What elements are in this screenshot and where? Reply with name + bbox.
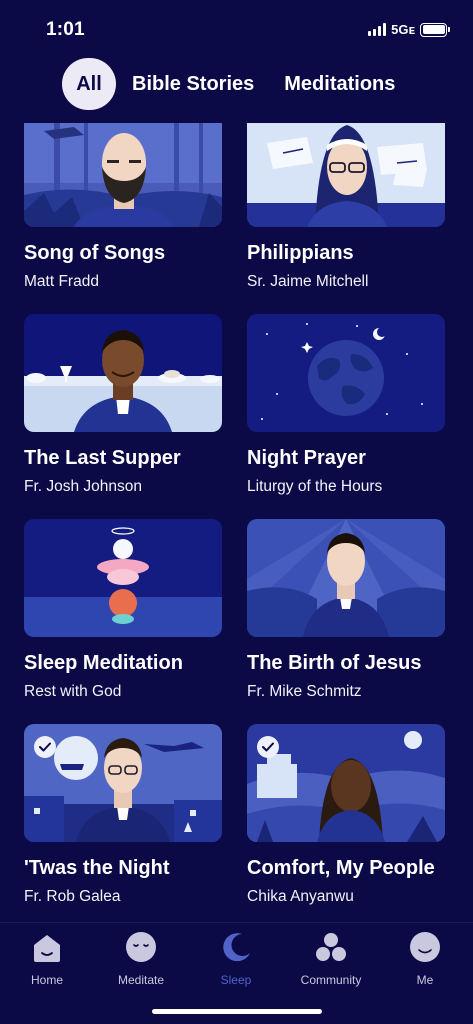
card-title: Night Prayer <box>247 447 366 469</box>
card-title: The Birth of Jesus <box>247 652 422 674</box>
nav-me[interactable]: Me <box>385 931 465 987</box>
home-icon <box>31 931 63 963</box>
card-subtitle: Sr. Jaime Mitchell <box>247 273 369 290</box>
tab-bible-stories[interactable]: Bible Stories <box>132 73 254 96</box>
card-sleep-meditation[interactable]: Sleep Meditation Rest with God <box>24 519 222 701</box>
network-type: 5Gᴇ <box>391 22 415 37</box>
tab-all[interactable]: All <box>62 58 116 110</box>
nav-community[interactable]: Community <box>291 931 371 987</box>
moon-icon <box>220 931 252 963</box>
nav-sleep[interactable]: Sleep <box>196 931 276 987</box>
card-thumbnail <box>24 123 222 227</box>
tab-meditations[interactable]: Meditations <box>284 73 395 96</box>
signal-icon <box>368 23 387 36</box>
status-bar: 1:01 5Gᴇ <box>0 0 473 56</box>
nav-label: Home <box>30 973 63 987</box>
content-grid: Song of Songs Matt Fradd Philippians Sr.… <box>0 123 473 913</box>
profile-icon <box>409 931 441 963</box>
status-indicators: 5Gᴇ <box>368 22 450 37</box>
card-thumbnail <box>24 519 222 637</box>
card-subtitle: Fr. Rob Galea <box>24 888 121 905</box>
community-icon <box>315 931 347 963</box>
completed-check-icon <box>257 736 279 758</box>
card-subtitle: Chika Anyanwu <box>247 888 354 905</box>
card-the-birth-of-jesus[interactable]: The Birth of Jesus Fr. Mike Schmitz <box>247 519 445 701</box>
nav-label: Me <box>416 973 434 987</box>
status-time: 1:01 <box>46 19 85 40</box>
card-thumbnail <box>247 314 445 432</box>
home-indicator[interactable] <box>152 1009 322 1014</box>
card-subtitle: Fr. Mike Schmitz <box>247 683 362 700</box>
completed-check-icon <box>34 736 56 758</box>
card-title: Sleep Meditation <box>24 652 183 674</box>
card-subtitle: Matt Fradd <box>24 273 99 290</box>
card-thumbnail <box>247 519 445 637</box>
card-thumbnail <box>247 123 445 227</box>
card-title: Philippians <box>247 242 354 264</box>
card-philippians[interactable]: Philippians Sr. Jaime Mitchell <box>247 123 445 291</box>
card-title: 'Twas the Night <box>24 857 170 879</box>
card-subtitle: Fr. Josh Johnson <box>24 478 143 495</box>
nav-label: Sleep <box>220 973 252 987</box>
nav-meditate[interactable]: Meditate <box>101 931 181 987</box>
card-thumbnail <box>24 314 222 432</box>
filter-tabs: All Bible Stories Meditations <box>62 58 395 110</box>
card-night-prayer[interactable]: Night Prayer Liturgy of the Hours <box>247 314 445 496</box>
card-title: Song of Songs <box>24 242 166 264</box>
card-title: Comfort, My People <box>247 857 435 879</box>
card-song-of-songs[interactable]: Song of Songs Matt Fradd <box>24 123 222 291</box>
card-comfort-my-people[interactable]: Comfort, My People Chika Anyanwu <box>247 724 445 906</box>
card-subtitle: Liturgy of the Hours <box>247 478 383 495</box>
card-thumbnail <box>247 724 445 842</box>
card-subtitle: Rest with God <box>24 683 122 700</box>
battery-icon <box>420 22 450 37</box>
meditate-icon <box>125 931 157 963</box>
card-title: The Last Supper <box>24 447 181 469</box>
card-twas-the-night[interactable]: 'Twas the Night Fr. Rob Galea <box>24 724 222 906</box>
nav-label: Community <box>300 973 362 987</box>
card-the-last-supper[interactable]: The Last Supper Fr. Josh Johnson <box>24 314 222 496</box>
nav-label: Meditate <box>117 973 165 987</box>
card-thumbnail <box>24 724 222 842</box>
nav-home[interactable]: Home <box>7 931 87 987</box>
